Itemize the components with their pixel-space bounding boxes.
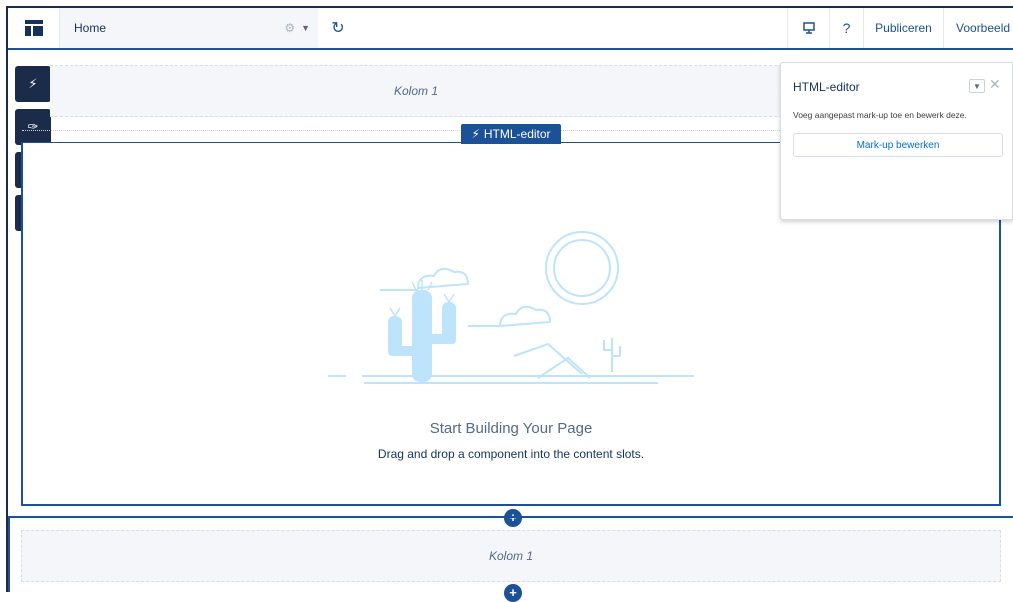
chevron-down-icon: ▼ bbox=[973, 81, 981, 91]
publish-button[interactable]: Publiceren bbox=[863, 8, 943, 48]
app-switcher-button[interactable] bbox=[8, 8, 60, 48]
panel-menu-button[interactable]: ▼ bbox=[969, 79, 985, 93]
preview-button[interactable]: Voorbeeld bbox=[943, 8, 1013, 48]
page-settings-gear-icon[interactable]: ⚙ bbox=[284, 21, 295, 35]
column-region-top[interactable]: Kolom 1 bbox=[50, 65, 782, 117]
brush-icon: ✑ bbox=[27, 119, 39, 134]
component-tag-label: HTML-editor bbox=[483, 127, 551, 141]
refresh-button[interactable]: ↻ bbox=[318, 8, 358, 48]
refresh-icon: ↻ bbox=[331, 20, 345, 37]
components-button[interactable]: ⚡︎ bbox=[15, 66, 51, 102]
page-selector[interactable]: Home ⚙ ▼ bbox=[60, 8, 318, 48]
selected-component-tag[interactable]: ⚡︎ HTML-editor bbox=[461, 124, 561, 144]
lightning-icon: ⚡︎ bbox=[28, 76, 38, 91]
region-label: Kolom 1 bbox=[488, 549, 534, 563]
desktop-icon bbox=[802, 22, 815, 34]
device-preview-button[interactable] bbox=[787, 8, 829, 48]
panel-title: HTML-editor bbox=[793, 80, 860, 94]
empty-state-title: Start Building Your Page bbox=[429, 420, 593, 437]
builder-toolbar: Home ⚙ ▼ ↻ ? Publiceren Voorbeeld bbox=[8, 8, 1013, 50]
add-section-button[interactable]: + bbox=[504, 584, 522, 602]
chevron-down-icon[interactable]: ▼ bbox=[301, 23, 310, 33]
property-panel: HTML-editor ▼ ✕ Voeg aangepast mark-up t… bbox=[780, 62, 1013, 220]
layout-grid-icon bbox=[24, 20, 43, 36]
edit-markup-button[interactable]: Mark-up bewerken bbox=[793, 133, 1003, 157]
page-name: Home bbox=[74, 21, 107, 35]
empty-state-subtitle: Drag and drop a component into the conte… bbox=[377, 447, 645, 461]
help-button[interactable]: ? bbox=[829, 8, 863, 48]
theme-button[interactable]: ✑ bbox=[15, 109, 51, 145]
region-label: Kolom 1 bbox=[393, 84, 439, 98]
close-icon[interactable]: ✕ bbox=[989, 76, 1001, 93]
desert-illustration bbox=[328, 231, 694, 384]
panel-description: Voeg aangepast mark-up toe en bewerk dez… bbox=[793, 110, 967, 120]
column-region-bottom[interactable]: Kolom 1 bbox=[21, 530, 1001, 582]
lightning-icon: ⚡︎ bbox=[471, 127, 480, 141]
